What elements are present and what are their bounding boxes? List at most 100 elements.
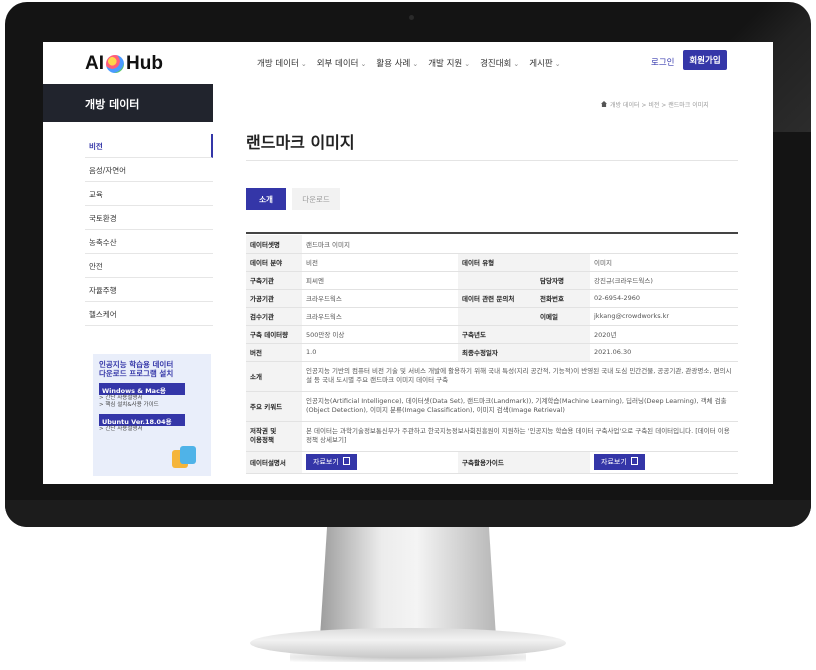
- windows-guide-link[interactable]: > 간단 사용설명서: [99, 395, 205, 402]
- table-header-cell: 데이터셋명: [246, 235, 302, 254]
- nav-dev-support[interactable]: 개발 지원 ⌄: [428, 57, 470, 69]
- dataset-info-table: 데이터셋명 랜드마크 이미지 데이터 분야 비전 데이터 유형 이미지 구축기관…: [246, 235, 738, 474]
- table-header-cell: 버전: [246, 343, 302, 362]
- table-header-cell: 최종수정일자: [458, 343, 590, 362]
- sidebar-item-education[interactable]: 교육: [85, 182, 213, 206]
- table-row: 데이터셋명 랜드마크 이미지: [246, 235, 738, 254]
- table-cell: 인공지능 기반의 컴퓨터 비전 기술 및 서비스 개발에 활용하기 위해 국내 …: [302, 361, 738, 392]
- table-header-cell: 구축 데이터량: [246, 325, 302, 344]
- table-cell: 크라우드웍스: [302, 307, 458, 326]
- table-header-cell: 구축활용가이드: [458, 451, 590, 474]
- table-header-cell: 구축기관: [246, 271, 302, 290]
- spec-view-button[interactable]: 자료보기: [306, 454, 357, 470]
- document-icon: [342, 457, 350, 465]
- windows-mac-download-button[interactable]: Windows & Mac용: [99, 383, 185, 395]
- windows-install-guide-link[interactable]: > 핵심 설치&사용 가이드: [99, 402, 205, 409]
- chevron-down-icon: ⌄: [554, 60, 561, 68]
- table-header-cell: 구축년도: [458, 325, 590, 344]
- monitor-chin: [5, 500, 811, 527]
- table-cell: [458, 271, 536, 290]
- monitor-stand-neck: [320, 527, 496, 637]
- sidebar-item-agriculture[interactable]: 농축수산: [85, 230, 213, 254]
- table-header-cell: 데이터설명서: [246, 451, 302, 474]
- table-cell: 2021.06.30: [590, 343, 738, 362]
- table-row: 데이터 분야 비전 데이터 유형 이미지: [246, 253, 738, 272]
- table-header-cell: 데이터 분야: [246, 253, 302, 272]
- table-row: 데이터설명서 자료보기 구축활용가이드 자료보기: [246, 451, 738, 474]
- table-header-cell: 주요 키워드: [246, 391, 302, 422]
- table-row: 구축기관 피씨엔 담당자명 강진규(크라우드웍스): [246, 271, 738, 290]
- sidebar-menu: 비전 음성/자연어 교육 국토환경 농축수산 안전 자율주행 헬스케어: [85, 134, 213, 326]
- download-program-banner[interactable]: 인공지능 학습용 데이터 다운로드 프로그램 설치 Windows & Mac용…: [93, 354, 211, 476]
- sidebar-item-vision[interactable]: 비전: [85, 134, 213, 158]
- database-icon: [172, 444, 200, 470]
- title-divider: [246, 160, 738, 161]
- nav-contests[interactable]: 경진대회 ⌄: [480, 57, 519, 69]
- chevron-down-icon: ⌄: [300, 60, 307, 68]
- monitor-stand-foot: [250, 628, 566, 658]
- sidebar-item-safety[interactable]: 안전: [85, 254, 213, 278]
- site-logo[interactable]: AI Hub: [85, 53, 163, 75]
- monitor-mockup: AI Hub 개방 데이터 ⌄ 외부 데이터 ⌄ 활용 사례 ⌄ 개발 지원 ⌄ 경진대…: [0, 0, 816, 670]
- table-cell: 본 데이터는 과학기술정보통신부가 주관하고 한국지능정보사회진흥원이 지원하는…: [302, 421, 738, 452]
- table-header-cell: 소개: [246, 361, 302, 392]
- site-header: AI Hub 개방 데이터 ⌄ 외부 데이터 ⌄ 활용 사례 ⌄ 개발 지원 ⌄ 경진대…: [43, 42, 773, 84]
- table-cell: 인공지능(Artificial Intelligence), 데이터셋(Data…: [302, 391, 738, 422]
- guide-view-button[interactable]: 자료보기: [594, 454, 645, 470]
- table-cell: 비전: [302, 253, 458, 272]
- table-header-cell: 이메일: [536, 307, 590, 326]
- table-row: 가공기관 크라우드웍스 데이터 관련 문의처 전화번호 02-6954-2960: [246, 289, 738, 308]
- table-cell: 이미지: [590, 253, 738, 272]
- page-title: 랜드마크 이미지: [246, 133, 355, 152]
- sidebar-item-land-environment[interactable]: 국토환경: [85, 206, 213, 230]
- table-cell: 2020년: [590, 325, 738, 344]
- ubuntu-guide-link[interactable]: > 간단 사용설명서: [99, 426, 205, 433]
- table-header-cell: 데이터 관련 문의처: [458, 289, 536, 308]
- chevron-down-icon: ⌄: [412, 60, 419, 68]
- screen: AI Hub 개방 데이터 ⌄ 외부 데이터 ⌄ 활용 사례 ⌄ 개발 지원 ⌄ 경진대…: [43, 42, 773, 484]
- table-header-cell: 전화번호: [536, 289, 590, 308]
- table-cell: 크라우드웍스: [302, 289, 458, 308]
- table-row: 버전 1.0 최종수정일자 2021.06.30: [246, 343, 738, 362]
- table-cell: 500만장 이상: [302, 325, 458, 344]
- sidebar-item-speech-nlp[interactable]: 음성/자연어: [85, 158, 213, 182]
- nav-open-data[interactable]: 개방 데이터 ⌄: [257, 57, 307, 69]
- tab-download[interactable]: 다운로드: [292, 188, 340, 210]
- banner-title-line1: 인공지능 학습용 데이터: [99, 360, 174, 369]
- table-cell: 자료보기: [302, 451, 458, 474]
- table-row: 주요 키워드 인공지능(Artificial Intelligence), 데이…: [246, 391, 738, 422]
- sidebar-item-autonomous-driving[interactable]: 자율주행: [85, 278, 213, 302]
- table-header-cell: 저작권 및 이용정책: [246, 421, 302, 452]
- ubuntu-download-button[interactable]: Ubuntu Ver.18.04용: [99, 414, 185, 426]
- signup-button[interactable]: 회원가입: [683, 50, 727, 70]
- table-cell: 자료보기: [590, 451, 738, 474]
- table-cell: 02-6954-2960: [590, 289, 738, 308]
- login-link[interactable]: 로그인: [651, 56, 674, 68]
- nav-external-data[interactable]: 외부 데이터 ⌄: [317, 57, 367, 69]
- main-nav: 개방 데이터 ⌄ 외부 데이터 ⌄ 활용 사례 ⌄ 개발 지원 ⌄ 경진대회 ⌄ 게시판 ⌄: [257, 57, 561, 69]
- sidebar-item-healthcare[interactable]: 헬스케어: [85, 302, 213, 326]
- table-row: 저작권 및 이용정책 본 데이터는 과학기술정보통신부가 주관하고 한국지능정보사…: [246, 421, 738, 452]
- table-top-border: [246, 232, 738, 234]
- breadcrumb: 개방 데이터 > 비전 > 랜드마크 이미지: [601, 100, 709, 109]
- table-cell: [458, 307, 536, 326]
- chevron-down-icon: ⌄: [513, 60, 520, 68]
- logo-text-hub: Hub: [126, 53, 163, 74]
- table-header-cell: 담당자명: [536, 271, 590, 290]
- table-cell: 피씨엔: [302, 271, 458, 290]
- table-header-cell: 가공기관: [246, 289, 302, 308]
- chevron-down-icon: ⌄: [360, 60, 367, 68]
- nav-use-cases[interactable]: 활용 사례 ⌄: [376, 57, 418, 69]
- nav-board[interactable]: 게시판 ⌄: [529, 57, 560, 69]
- table-cell: 강진규(크라우드웍스): [590, 271, 738, 290]
- table-header-cell: 검수기관: [246, 307, 302, 326]
- camera-dot: [409, 15, 414, 20]
- sidebar-title: 개방 데이터: [43, 84, 213, 122]
- home-icon[interactable]: [601, 101, 607, 107]
- table-cell: 1.0: [302, 343, 458, 362]
- table-cell: jkkang@crowdworks.kr: [590, 307, 738, 326]
- table-row: 구축 데이터량 500만장 이상 구축년도 2020년: [246, 325, 738, 344]
- tab-intro[interactable]: 소개: [246, 188, 286, 210]
- chevron-down-icon: ⌄: [464, 60, 471, 68]
- document-icon: [630, 457, 638, 465]
